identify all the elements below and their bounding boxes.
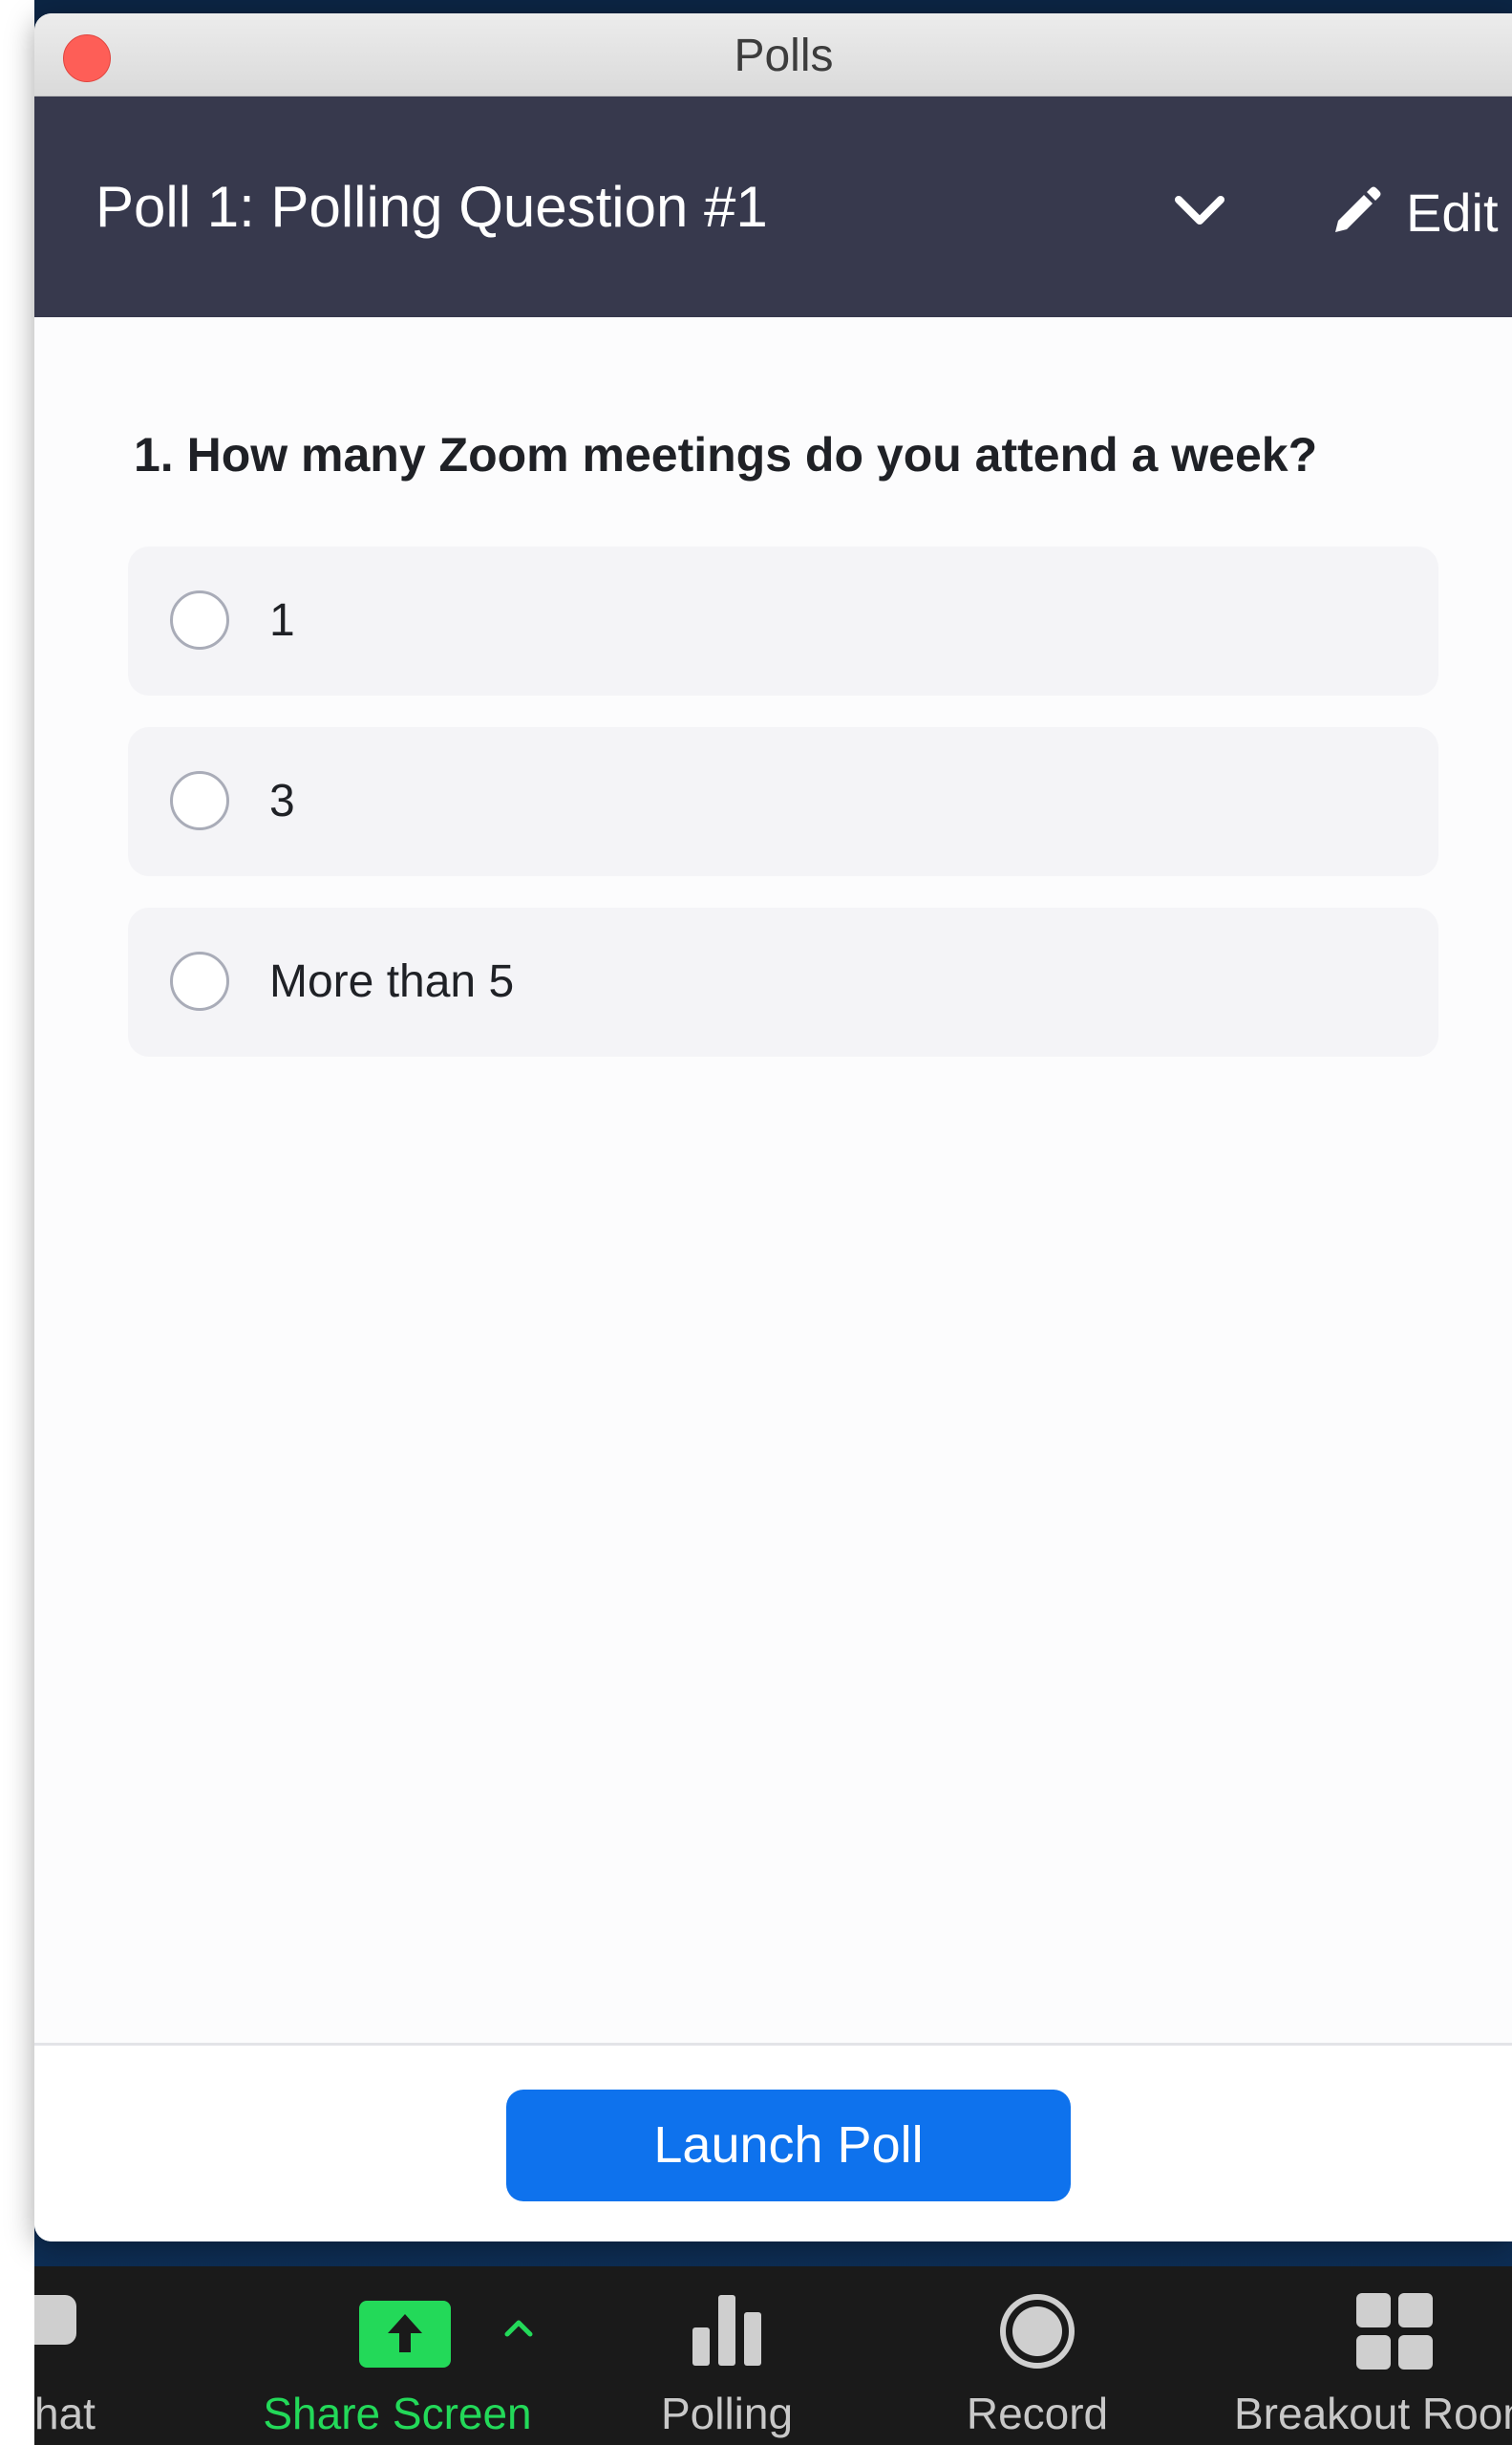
window-title: Polls [734, 31, 834, 81]
share-screen-icon [359, 2301, 451, 2368]
toolbar-share-screen-label: Share Screen [263, 2389, 532, 2438]
toolbar-record-label: Record [966, 2389, 1109, 2438]
toolbar-breakout-rooms-label: Breakout Room [1234, 2389, 1512, 2438]
poll-header: Poll 1: Polling Question #1 Edit [34, 97, 1512, 317]
poll-content: 1. How many Zoom meetings do you attend … [34, 317, 1512, 2056]
toolbar-polling-button[interactable]: Polling [607, 2266, 846, 2445]
poll-option-label: 1 [269, 595, 295, 646]
poll-option[interactable]: 3 [128, 727, 1438, 876]
poll-option[interactable]: More than 5 [128, 908, 1438, 1057]
toolbar-polling-label: Polling [660, 2389, 794, 2438]
poll-option-label: 3 [269, 776, 295, 826]
polling-icon [692, 2295, 761, 2366]
poll-dropdown-button[interactable] [1161, 173, 1238, 249]
pencil-icon [1335, 186, 1381, 232]
breakout-rooms-icon [1356, 2293, 1433, 2370]
poll-option-label: More than 5 [269, 956, 515, 1007]
poll-footer: Launch Poll [34, 2043, 1512, 2241]
poll-title: Poll 1: Polling Question #1 [96, 175, 768, 239]
launch-poll-button[interactable]: Launch Poll [506, 2090, 1071, 2201]
radio-button[interactable] [170, 771, 229, 830]
toolbar-chat-label: hat [34, 2389, 96, 2438]
polls-window: Polls Poll 1: Polling Question #1 Edit 1… [34, 13, 1512, 2241]
chevron-up-icon[interactable] [502, 2316, 535, 2339]
meeting-toolbar: hat Share Screen Polling Record Breakout… [34, 2266, 1512, 2445]
window-titlebar: Polls [34, 13, 1512, 97]
toolbar-record-button[interactable]: Record [913, 2266, 1161, 2445]
poll-options-list: 1 3 More than 5 [128, 547, 1438, 1088]
chat-icon [34, 2295, 76, 2345]
radio-button[interactable] [170, 952, 229, 1011]
edit-label: Edit [1406, 182, 1499, 243]
toolbar-breakout-rooms-button[interactable]: Breakout Room [1200, 2266, 1512, 2445]
desktop-edge [0, 0, 34, 2445]
radio-button[interactable] [170, 590, 229, 650]
record-icon [1000, 2294, 1075, 2369]
poll-option[interactable]: 1 [128, 547, 1438, 696]
toolbar-share-screen-button[interactable]: Share Screen [225, 2266, 569, 2445]
chevron-down-icon [1175, 196, 1225, 225]
poll-question: 1. How many Zoom meetings do you attend … [134, 428, 1318, 482]
toolbar-chat-button[interactable]: hat [34, 2266, 120, 2445]
